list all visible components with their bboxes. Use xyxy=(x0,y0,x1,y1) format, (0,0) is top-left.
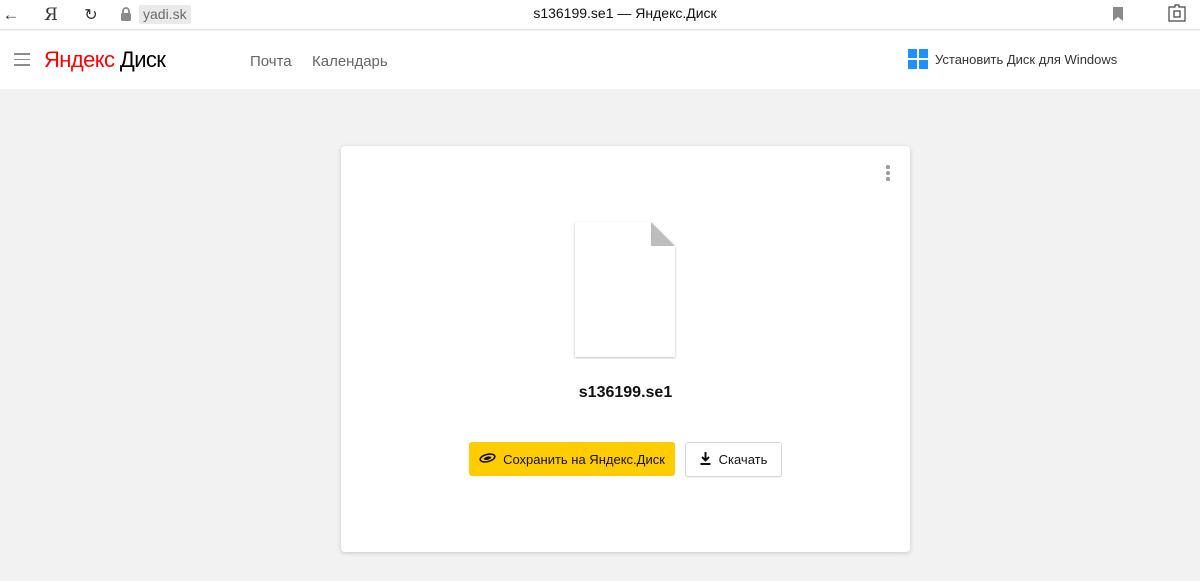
nav-link-mail[interactable]: Почта xyxy=(250,53,292,70)
logo-brand: Яндекс xyxy=(44,47,115,72)
browser-toolbar: ← Я ↻ yadi.sk s136199.se1 — Яндекс.Диск xyxy=(0,0,1200,30)
nav-link-calendar[interactable]: Календарь xyxy=(312,53,388,70)
windows-icon xyxy=(908,49,928,69)
document-icon xyxy=(573,221,677,359)
yandex-disk-icon xyxy=(479,452,496,467)
install-disk-windows-link[interactable]: Установить Диск для Windows xyxy=(908,49,1117,69)
file-name: s136199.se1 xyxy=(578,384,673,401)
bookmark-icon[interactable] xyxy=(1112,7,1124,26)
download-icon xyxy=(700,451,711,468)
hamburger-icon[interactable] xyxy=(14,53,30,67)
extensions-icon[interactable] xyxy=(1166,4,1188,29)
save-to-disk-button[interactable]: Сохранить на Яндекс.Диск xyxy=(469,442,675,476)
save-button-label: Сохранить на Яндекс.Диск xyxy=(503,451,665,467)
download-button[interactable]: Скачать xyxy=(685,442,782,477)
app-header: Яндекс Диск Почта Календарь Установить Д… xyxy=(0,31,1200,89)
file-card: s136199.se1 Сохранить на Яндекс.Диск Ска… xyxy=(341,146,910,552)
page-title: s136199.se1 — Яндекс.Диск xyxy=(533,5,717,21)
logo-product: Диск xyxy=(119,47,166,72)
more-vertical-icon[interactable] xyxy=(884,165,892,183)
install-label: Установить Диск для Windows xyxy=(935,51,1118,67)
download-button-label: Скачать xyxy=(718,452,768,467)
yandex-disk-logo[interactable]: Яндекс Диск xyxy=(44,47,166,73)
